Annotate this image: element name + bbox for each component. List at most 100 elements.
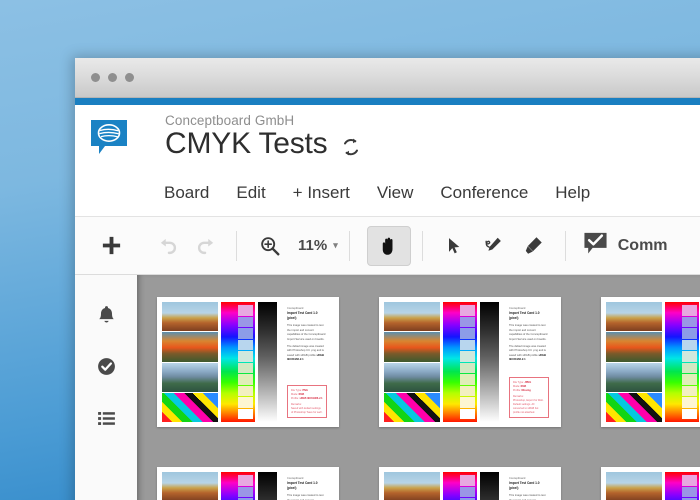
- toolbar-divider-3: [421, 230, 423, 261]
- board-canvas[interactable]: Conceptboard Import Test Card 1.0 (pixel…: [137, 275, 700, 500]
- doc-meta-profile: Profile: sRGB IEC61966-2.1: [291, 396, 323, 400]
- board-document-thumbnail[interactable]: Conceptboard Import Test Card 1.0 (pixel…: [601, 467, 700, 500]
- color-spectrum-bar: [221, 302, 255, 422]
- photo-autumn-forest: [606, 302, 662, 332]
- menu-item-help[interactable]: Help: [555, 183, 590, 203]
- brand-accent-bar: [75, 98, 700, 105]
- photo-autumn-forest: [162, 472, 218, 500]
- marker-highlighter-button[interactable]: [514, 229, 554, 263]
- photo-strip: [384, 472, 440, 500]
- sidebar-item-activity[interactable]: [91, 406, 121, 436]
- color-swatch-column: [238, 305, 253, 419]
- board-document-thumbnail[interactable]: Conceptboard Import Test Card 1.0 (pixel…: [157, 297, 339, 427]
- photo-color-abstract: [162, 392, 218, 422]
- board-document-thumbnail[interactable]: Conceptboard Import Test Card 1.0 (pixel…: [379, 467, 561, 500]
- photo-strip: [162, 302, 218, 422]
- window-dot-minimize[interactable]: [108, 73, 117, 82]
- zoom-level-value: 11%: [298, 237, 328, 254]
- color-spectrum-bar: [665, 302, 699, 422]
- photo-color-abstract: [384, 392, 440, 422]
- doc-title: Import Test Card 1.0 (pixel): [509, 480, 540, 491]
- zoom-in-button[interactable]: [254, 230, 286, 262]
- sidebar-item-notifications[interactable]: [91, 302, 121, 332]
- comments-button[interactable]: Comm: [583, 231, 668, 261]
- color-swatch-column: [682, 305, 697, 419]
- color-swatch-column: [460, 475, 475, 500]
- doc-para-1: This image was created to test the impor…: [509, 324, 548, 341]
- menu-item-conference[interactable]: Conference: [440, 183, 528, 203]
- sync-refresh-icon[interactable]: [341, 137, 361, 157]
- workspace-body: Conceptboard Import Test Card 1.0 (pixel…: [75, 275, 700, 500]
- doc-para-1: This image was created to test the impor…: [287, 324, 326, 341]
- photo-strip: [606, 472, 662, 500]
- doc-meta-remarks-value: Saved with default settings of Photoshop…: [291, 406, 323, 414]
- redo-button[interactable]: [187, 229, 225, 263]
- board-document-thumbnail[interactable]: Conceptboard Import Test Card 1.0 (pixel…: [379, 297, 561, 427]
- photo-autumn-forest: [162, 302, 218, 332]
- photo-mountain-lake: [384, 362, 440, 392]
- photo-sunset-landscape: [162, 332, 218, 362]
- hand-tool-button[interactable]: [366, 225, 411, 266]
- grayscale-ramp: [480, 302, 499, 422]
- doc-metadata-box: File Type: JPEG Mode: RGB Profile: Missi…: [509, 377, 549, 418]
- list-activity-icon: [96, 408, 117, 434]
- document-text-panel: Conceptboard Import Test Card 1.0 (pixel…: [503, 302, 555, 422]
- comment-check-icon: [583, 231, 608, 261]
- color-spectrum-bar: [665, 472, 699, 500]
- header-text-block: Conceptboard GmbH CMYK Tests: [165, 113, 361, 161]
- pen-draw-button[interactable]: [474, 229, 514, 263]
- organization-name: Conceptboard GmbH: [165, 113, 295, 128]
- photo-autumn-forest: [384, 302, 440, 332]
- photo-mountain-lake: [606, 362, 662, 392]
- check-circle-tasks-icon: [96, 356, 117, 382]
- grayscale-ramp: [480, 472, 499, 500]
- photo-sunset-landscape: [606, 332, 662, 362]
- bell-notifications-icon: [96, 304, 117, 330]
- menu-item-board[interactable]: Board: [164, 183, 209, 203]
- photo-color-abstract: [606, 392, 662, 422]
- menu-item-edit[interactable]: Edit: [236, 183, 265, 203]
- chevron-down-icon: ▾: [333, 240, 338, 250]
- window-titlebar[interactable]: [75, 58, 700, 98]
- sidebar-item-tasks[interactable]: [91, 354, 121, 384]
- add-content-button[interactable]: [89, 227, 133, 265]
- doc-para-1: This image was created to test the impor…: [287, 494, 324, 500]
- comments-button-label: Comm: [617, 236, 668, 254]
- doc-title: Import Test Card 1.0 (pixel): [287, 310, 318, 321]
- grayscale-ramp: [258, 302, 277, 422]
- undo-button[interactable]: [149, 229, 187, 263]
- photo-mountain-lake: [162, 362, 218, 392]
- document-text-panel: Conceptboard Import Test Card 1.0 (pixel…: [281, 472, 333, 500]
- color-swatch-column: [460, 305, 475, 419]
- photo-strip: [384, 302, 440, 422]
- window-dot-maximize[interactable]: [125, 73, 134, 82]
- color-swatch-column: [238, 475, 253, 500]
- doc-para-2: The default image was created with Photo…: [509, 345, 549, 363]
- board-title-row: CMYK Tests: [165, 127, 361, 161]
- window-dot-close[interactable]: [91, 73, 100, 82]
- toolbar-divider-4: [564, 230, 566, 261]
- doc-para-1: This image was created to test the impor…: [509, 494, 546, 500]
- conceptboard-logo-icon[interactable]: [89, 117, 129, 157]
- document-grid: Conceptboard Import Test Card 1.0 (pixel…: [157, 297, 700, 500]
- color-spectrum-bar: [443, 472, 477, 500]
- menu-item-insert[interactable]: + Insert: [293, 183, 350, 203]
- menu-item-view[interactable]: View: [377, 183, 414, 203]
- main-toolbar: 11% ▾ Comm: [75, 217, 700, 275]
- photo-autumn-forest: [606, 472, 662, 500]
- left-sidebar: [75, 275, 137, 500]
- board-document-thumbnail[interactable]: Conceptboard Import Test Card 1.0 (pixel…: [601, 297, 700, 427]
- select-cursor-button[interactable]: [434, 229, 474, 263]
- board-header: Conceptboard GmbH CMYK Tests: [75, 105, 700, 183]
- document-text-panel: Conceptboard Import Test Card 1.0 (pixel…: [503, 472, 555, 500]
- doc-title: Import Test Card 1.0 (pixel): [509, 310, 540, 321]
- doc-metadata-box: File Type: PNG Mode: RGB Profile: sRGB I…: [287, 385, 327, 418]
- photo-sunset-landscape: [384, 332, 440, 362]
- color-spectrum-bar: [443, 302, 477, 422]
- application-window: Conceptboard GmbH CMYK Tests Board Edit …: [75, 58, 700, 500]
- document-text-panel: Conceptboard Import Test Card 1.0 (pixel…: [281, 302, 333, 422]
- photo-strip: [606, 302, 662, 422]
- color-swatch-column: [682, 475, 697, 500]
- board-document-thumbnail[interactable]: Conceptboard Import Test Card 1.0 (pixel…: [157, 467, 339, 500]
- zoom-level-selector[interactable]: 11% ▾: [298, 237, 338, 254]
